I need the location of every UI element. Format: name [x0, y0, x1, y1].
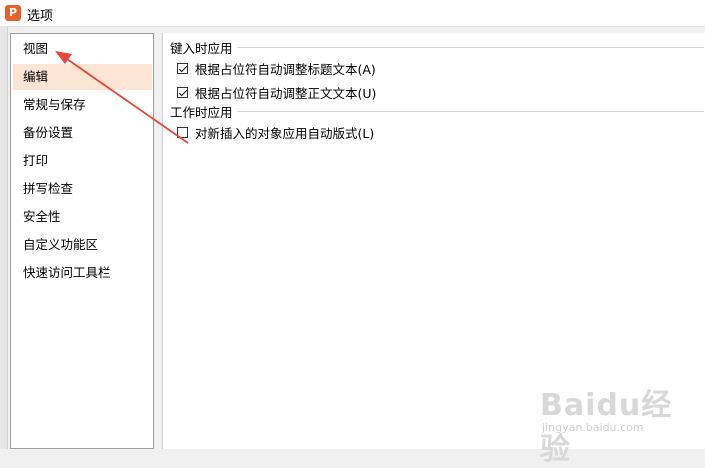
- sidebar-item-label: 视图: [23, 41, 49, 56]
- auto-fit-body-checkbox[interactable]: [177, 87, 188, 98]
- sidebar-item-view[interactable]: 视图: [13, 36, 152, 62]
- sidebar-item-label: 安全性: [23, 209, 61, 224]
- window-title: 选项: [27, 9, 54, 24]
- sidebar-item-spelling[interactable]: 拼写检查: [13, 176, 152, 202]
- sidebar-item-label: 打印: [23, 153, 49, 168]
- title-bar: P 选项: [0, 0, 705, 27]
- auto-layout-checkbox[interactable]: [177, 127, 188, 138]
- group-divider: [237, 111, 704, 112]
- watermark-url: jingyan.baidu.com: [542, 421, 644, 434]
- sidebar-item-label: 编辑: [23, 69, 49, 84]
- auto-fit-title-label: 根据占位符自动调整标题文本(A): [195, 62, 376, 77]
- sidebar: 视图 编辑 常规与保存 备份设置 打印 拼写检查 安全性 自定义功能区 快速访问…: [10, 33, 154, 449]
- sidebar-item-label: 拼写检查: [23, 181, 74, 196]
- sidebar-item-backup[interactable]: 备份设置: [13, 120, 152, 146]
- auto-fit-title-option[interactable]: 根据占位符自动调整标题文本(A): [177, 59, 376, 78]
- auto-fit-title-checkbox[interactable]: [177, 63, 188, 74]
- window-edge: [0, 26, 8, 449]
- group-label-working: 工作时应用: [170, 102, 237, 121]
- group-divider: [237, 47, 704, 48]
- sidebar-item-quick-access-toolbar[interactable]: 快速访问工具栏: [13, 260, 152, 286]
- sidebar-item-label: 备份设置: [23, 125, 74, 140]
- sidebar-item-general-save[interactable]: 常规与保存: [13, 92, 152, 118]
- auto-fit-body-label: 根据占位符自动调整正文文本(U): [195, 86, 377, 101]
- app-logo-icon: P: [5, 5, 21, 21]
- sidebar-item-label: 常规与保存: [23, 97, 86, 112]
- auto-fit-body-option[interactable]: 根据占位符自动调整正文文本(U): [177, 83, 376, 102]
- sidebar-item-label: 快速访问工具栏: [23, 265, 111, 280]
- group-label-typing: 键入时应用: [170, 38, 237, 57]
- sidebar-item-edit[interactable]: 编辑: [13, 64, 152, 90]
- sidebar-item-print[interactable]: 打印: [13, 148, 152, 174]
- auto-layout-label: 对新插入的对象应用自动版式(L): [195, 126, 375, 141]
- watermark: Baidu经验 jingyan.baidu.com: [540, 380, 700, 467]
- sidebar-item-customize-ribbon[interactable]: 自定义功能区: [13, 232, 152, 258]
- auto-layout-option[interactable]: 对新插入的对象应用自动版式(L): [177, 123, 374, 142]
- sidebar-item-security[interactable]: 安全性: [13, 204, 152, 230]
- sidebar-item-label: 自定义功能区: [23, 237, 99, 252]
